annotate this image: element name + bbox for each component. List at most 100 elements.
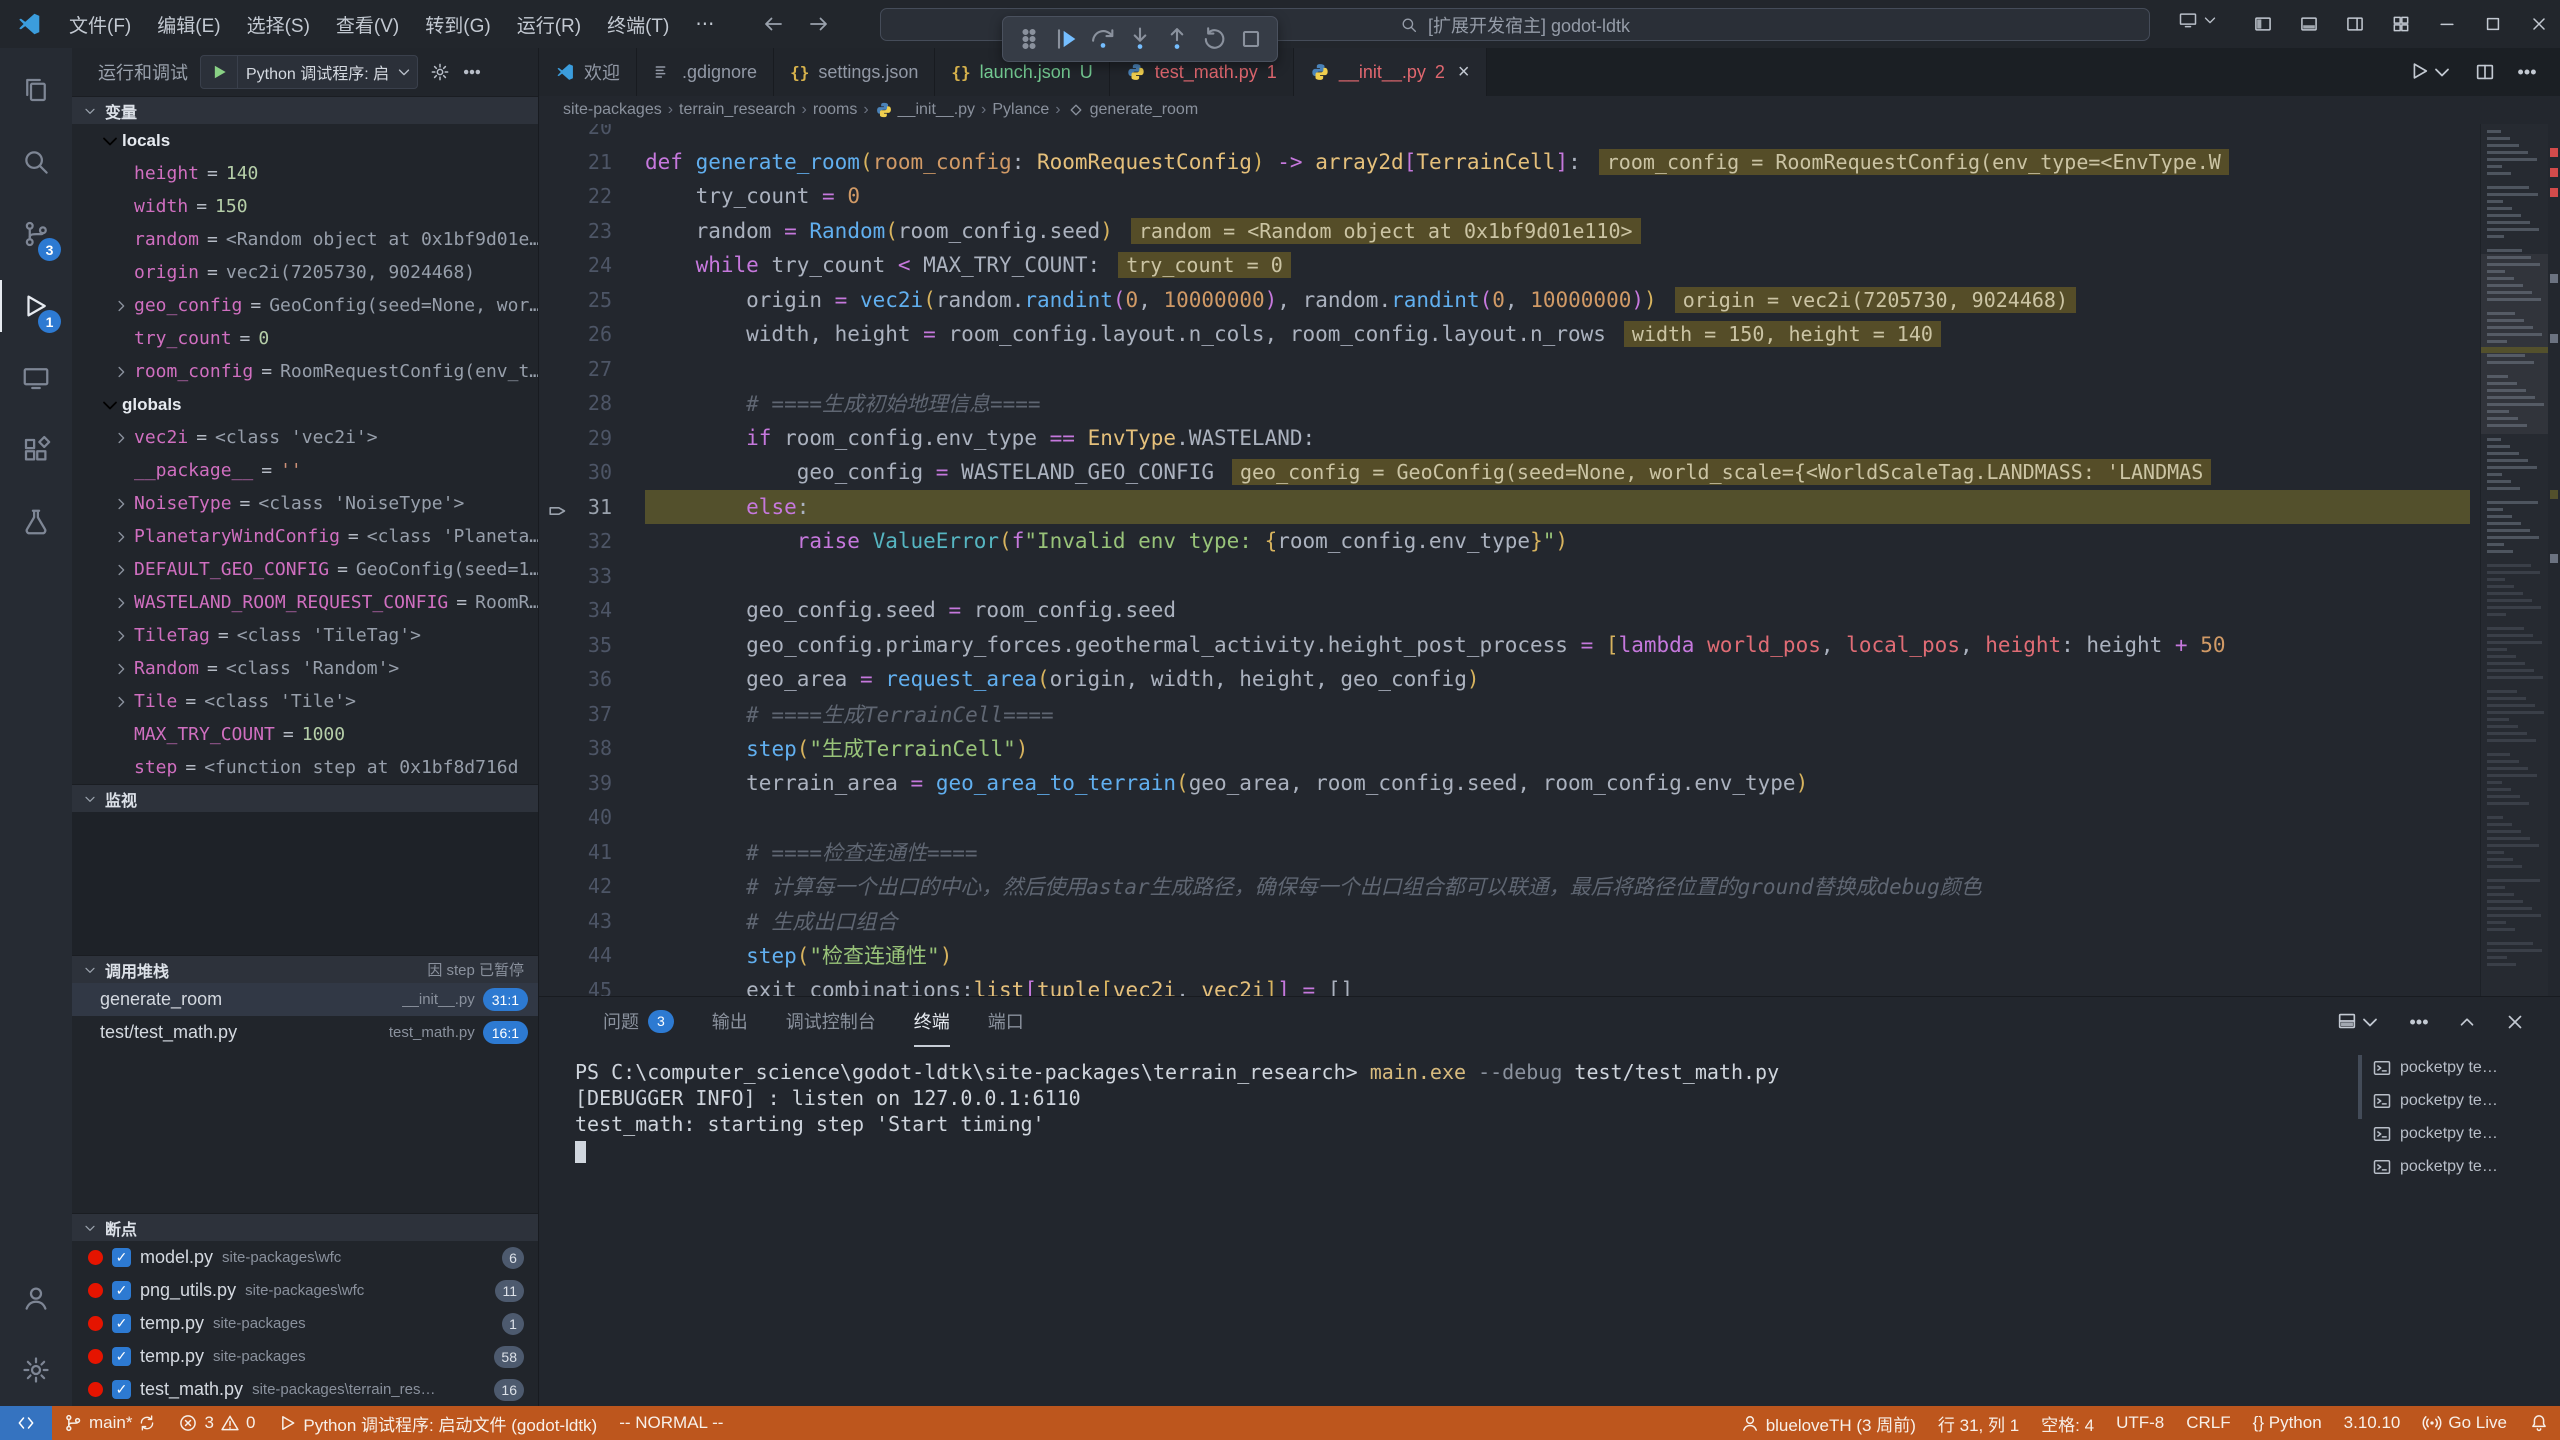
line-number[interactable]: 37 xyxy=(539,702,645,726)
variable-row[interactable]: room_config=RoomRequestConfig(env_t… xyxy=(72,355,538,388)
callstack-frame[interactable]: test/test_math.pytest_math.py16:1 xyxy=(72,1016,538,1049)
menu-item[interactable]: 编辑(E) xyxy=(144,0,233,48)
line-number[interactable]: 24 xyxy=(539,253,645,277)
code-line-28[interactable]: 28 # ====生成初始地理信息==== xyxy=(539,386,2470,421)
panel-tab-调试控制台[interactable]: 调试控制台 xyxy=(786,997,876,1047)
status-notifications[interactable] xyxy=(2518,1406,2560,1440)
menu-item[interactable]: 选择(S) xyxy=(234,0,323,48)
code-line-24[interactable]: 24 while try_count < MAX_TRY_COUNT:try_c… xyxy=(539,248,2470,283)
code-line-41[interactable]: 41 # ====检查连通性==== xyxy=(539,835,2470,870)
code-line-text[interactable]: if room_config.env_type == EnvType.WASTE… xyxy=(645,421,2470,456)
code-line-31[interactable]: 31 else: xyxy=(539,490,2470,525)
line-number[interactable]: 42 xyxy=(539,874,645,898)
customize-layout-button[interactable] xyxy=(2380,0,2422,48)
panel-more-button[interactable] xyxy=(2408,1011,2430,1033)
code-line-30[interactable]: 30 geo_config = WASTELAND_GEO_CONFIGgeo_… xyxy=(539,455,2470,490)
window-close-button[interactable] xyxy=(2518,0,2560,48)
breakpoint-row[interactable]: ✓model.pysite-packages\wfc6 xyxy=(72,1241,538,1274)
code-line-text[interactable] xyxy=(645,800,2470,835)
variable-row[interactable]: width=150 xyxy=(72,190,538,223)
callstack-frame[interactable]: generate_room__init__.py31:1 xyxy=(72,983,538,1016)
remote-indicator[interactable] xyxy=(0,1406,52,1440)
nav-back-icon[interactable] xyxy=(761,12,785,36)
line-number[interactable]: 44 xyxy=(539,943,645,967)
activity-source-control[interactable]: 3 xyxy=(0,198,72,270)
code-line-33[interactable]: 33 xyxy=(539,559,2470,594)
menu-item[interactable]: 查看(V) xyxy=(323,0,412,48)
code-line-20[interactable]: 20 xyxy=(539,124,2470,145)
terminal-list-scrollbar[interactable] xyxy=(2358,1055,2362,1119)
line-number[interactable]: 27 xyxy=(539,357,645,381)
tab-.gdignore[interactable]: .gdignore xyxy=(637,48,774,96)
code-line-text[interactable] xyxy=(645,559,2470,594)
line-number[interactable]: 28 xyxy=(539,391,645,415)
variable-row[interactable]: random=<Random object at 0x1bf9d01e… xyxy=(72,223,538,256)
variable-row[interactable]: DEFAULT_GEO_CONFIG=GeoConfig(seed=1… xyxy=(72,553,538,586)
code-line-21[interactable]: 21def generate_room(room_config: RoomReq… xyxy=(539,145,2470,180)
line-number[interactable]: 35 xyxy=(539,633,645,657)
code-line-text[interactable]: while try_count < MAX_TRY_COUNT:try_coun… xyxy=(645,248,2470,283)
code-line-text[interactable]: exit_combinations:list[tuple[vec2i, vec2… xyxy=(645,973,2470,997)
tab-close-icon[interactable]: × xyxy=(1458,61,1470,84)
line-number[interactable]: 43 xyxy=(539,909,645,933)
breadcrumb-item[interactable]: site-packages xyxy=(563,101,662,119)
variable-row[interactable]: TileTag=<class 'TileTag'> xyxy=(72,619,538,652)
variable-row[interactable]: origin=vec2i(7205730, 9024468) xyxy=(72,256,538,289)
breadcrumb-item[interactable]: rooms xyxy=(813,101,857,119)
line-number[interactable]: 36 xyxy=(539,667,645,691)
line-number[interactable]: 25 xyxy=(539,288,645,312)
code-line-44[interactable]: 44 step("检查连通性") xyxy=(539,938,2470,973)
code-line-text[interactable]: step("生成TerrainCell") xyxy=(645,731,2470,766)
code-line-text[interactable]: else: xyxy=(645,490,2470,525)
activity-remote-explorer[interactable] xyxy=(0,342,72,414)
line-number[interactable]: 23 xyxy=(539,219,645,243)
code-line-text[interactable]: geo_area = request_area(origin, width, h… xyxy=(645,662,2470,697)
variable-row[interactable]: Random=<class 'Random'> xyxy=(72,652,538,685)
menu-item[interactable]: 运行(R) xyxy=(504,0,594,48)
debug-restart-button[interactable] xyxy=(1200,25,1228,53)
terminal-output[interactable]: PS C:\computer_science\godot-ldtk\site-p… xyxy=(575,1059,2350,1163)
menu-item[interactable]: 文件(F) xyxy=(56,0,144,48)
status-branch[interactable]: main* xyxy=(52,1406,167,1440)
code-line-text[interactable]: step("检查连通性") xyxy=(645,938,2470,973)
window-maximize-button[interactable] xyxy=(2472,0,2514,48)
start-debug-button[interactable] xyxy=(201,56,238,88)
line-number[interactable]: 30 xyxy=(539,460,645,484)
code-line-text[interactable] xyxy=(645,124,2470,145)
code-line-text[interactable]: def generate_room(room_config: RoomReque… xyxy=(645,145,2470,180)
variable-row[interactable]: step=<function step at 0x1bf8d716d xyxy=(72,751,538,784)
variables-group-globals[interactable]: globals xyxy=(72,388,538,421)
activity-settings[interactable] xyxy=(0,1334,72,1406)
status-eol[interactable]: CRLF xyxy=(2175,1406,2241,1440)
code-line-45[interactable]: 45 exit_combinations:list[tuple[vec2i, v… xyxy=(539,973,2470,997)
code-line-34[interactable]: 34 geo_config.seed = room_config.seed xyxy=(539,593,2470,628)
terminal-instance[interactable]: pocketpy te… xyxy=(2366,1117,2554,1150)
code-line-text[interactable]: width, height = room_config.layout.n_col… xyxy=(645,317,2470,352)
breakpoints-section-header[interactable]: 断点 xyxy=(72,1213,538,1241)
debug-continue-button[interactable] xyxy=(1052,25,1080,53)
activity-search[interactable] xyxy=(0,126,72,198)
line-number[interactable]: 33 xyxy=(539,564,645,588)
terminal-instance[interactable]: pocketpy te… xyxy=(2366,1051,2554,1084)
code-line-text[interactable]: # ====检查连通性==== xyxy=(645,835,2470,870)
line-number[interactable]: 32 xyxy=(539,529,645,553)
code-line-27[interactable]: 27 xyxy=(539,352,2470,387)
status-python-version[interactable]: 3.10.10 xyxy=(2333,1406,2412,1440)
code-line-35[interactable]: 35 geo_config.primary_forces.geothermal_… xyxy=(539,628,2470,663)
tab-__init__.py[interactable]: __init__.py2× xyxy=(1294,48,1487,96)
code-line-text[interactable] xyxy=(645,352,2470,387)
open-remote-window-button[interactable] xyxy=(2178,10,2219,30)
variables-section-header[interactable]: 变量 xyxy=(72,96,538,124)
code-line-text[interactable]: # 计算每一个出口的中心，然后使用astar生成路径，确保每一个出口组合都可以联… xyxy=(645,869,2470,904)
code-line-39[interactable]: 39 terrain_area = geo_area_to_terrain(ge… xyxy=(539,766,2470,801)
breakpoint-row[interactable]: ✓test_math.pysite-packages\terrain_res…1… xyxy=(72,1373,538,1406)
status-go-live[interactable]: Go Live xyxy=(2411,1406,2518,1440)
code-line-36[interactable]: 36 geo_area = request_area(origin, width… xyxy=(539,662,2470,697)
code-editor[interactable]: 2021def generate_room(room_config: RoomR… xyxy=(539,124,2560,996)
debug-stop-button[interactable] xyxy=(1237,25,1265,53)
panel-close-button[interactable] xyxy=(2504,1011,2526,1033)
line-number[interactable]: 26 xyxy=(539,322,645,346)
minimap[interactable] xyxy=(2480,124,2548,996)
code-line-43[interactable]: 43 # 生成出口组合 xyxy=(539,904,2470,939)
code-line-23[interactable]: 23 random = Random(room_config.seed)rand… xyxy=(539,214,2470,249)
